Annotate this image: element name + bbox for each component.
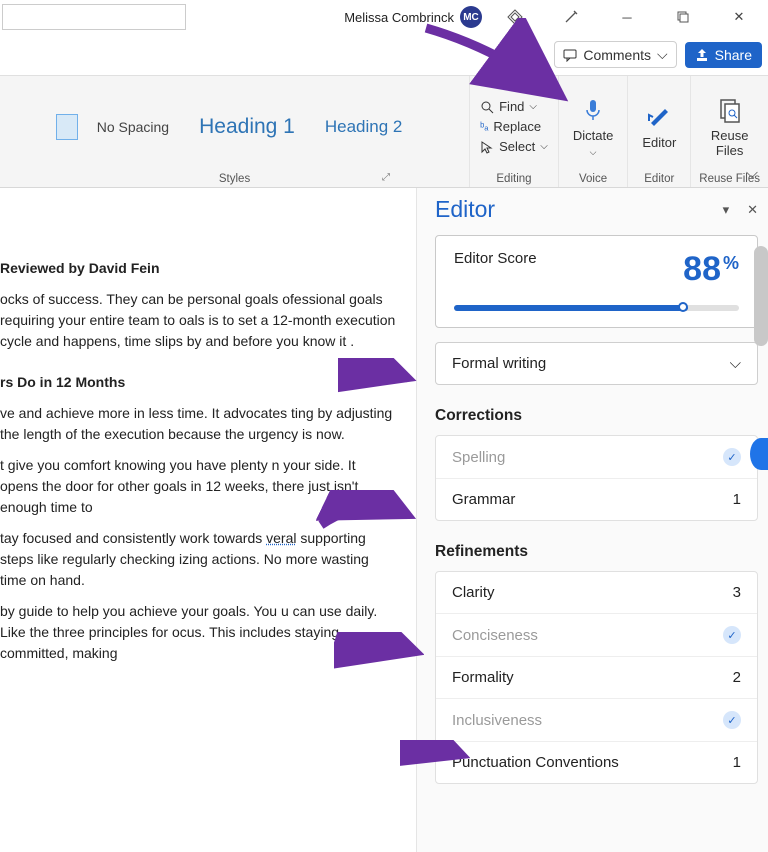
formality-count: 2 bbox=[733, 669, 741, 686]
grammar-item[interactable]: Grammar 1 bbox=[436, 479, 757, 520]
corrections-heading: Corrections bbox=[435, 407, 758, 425]
style-heading2[interactable]: Heading 2 bbox=[314, 104, 414, 150]
voice-group-label: Voice bbox=[579, 171, 607, 185]
user-identity[interactable]: Melissa Combrinck MC bbox=[344, 6, 482, 28]
editor-group-label: Editor bbox=[644, 171, 674, 185]
style-normal[interactable] bbox=[56, 114, 78, 140]
select-button[interactable]: Select ⌵ bbox=[478, 138, 550, 155]
formality-item[interactable]: Formality 2 bbox=[436, 657, 757, 699]
score-card[interactable]: Editor Score 88% bbox=[435, 235, 758, 328]
dictate-label: Dictate bbox=[573, 128, 613, 143]
find-label: Find bbox=[499, 99, 524, 114]
punctuation-item[interactable]: Punctuation Conventions 1 bbox=[436, 742, 757, 783]
share-label: Share bbox=[715, 47, 752, 63]
command-bar: Comments ⌵ Share bbox=[0, 34, 768, 76]
writing-style-selector[interactable]: Formal writing ⌵ bbox=[435, 342, 758, 385]
punctuation-count: 1 bbox=[733, 754, 741, 771]
reuse-files-button[interactable]: Reuse Files bbox=[705, 94, 755, 160]
reuse-files-icon bbox=[716, 96, 744, 124]
chevron-down-icon: ⌵ bbox=[730, 355, 741, 372]
ribbon: No Spacing Heading 1 Heading 2 Styles ⤢ … bbox=[0, 76, 768, 188]
editor-label: Editor bbox=[642, 135, 676, 150]
search-icon bbox=[480, 100, 494, 114]
sparkle-icon[interactable] bbox=[548, 1, 594, 33]
paragraph: t give you comfort knowing you have plen… bbox=[0, 455, 396, 518]
side-tab[interactable] bbox=[750, 438, 768, 470]
editor-pane: Editor ▾ ✕ Editor Score 88% Formal writi… bbox=[416, 188, 768, 852]
maximize-button[interactable] bbox=[660, 1, 706, 33]
paragraph: ocks of success. They can be personal go… bbox=[0, 289, 396, 352]
share-button[interactable]: Share bbox=[685, 42, 762, 68]
collapse-ribbon-icon[interactable]: ⌵ bbox=[746, 165, 758, 183]
style-heading1[interactable]: Heading 1 bbox=[188, 102, 306, 152]
styles-group: No Spacing Heading 1 Heading 2 Styles ⤢ bbox=[0, 76, 470, 187]
close-button[interactable]: ✕ bbox=[716, 1, 762, 33]
spelling-item[interactable]: Spelling ✓ bbox=[436, 436, 757, 479]
chevron-down-icon: ⌵ bbox=[590, 147, 597, 158]
voice-group: Dictate ⌵ Voice bbox=[559, 76, 628, 187]
comments-label: Comments bbox=[583, 47, 651, 63]
paragraph: by guide to help you achieve your goals.… bbox=[0, 601, 396, 664]
corrections-list: Spelling ✓ Grammar 1 bbox=[435, 435, 758, 521]
byline: Reviewed by David Fein bbox=[0, 258, 396, 279]
paragraph: tay focused and consistently work toward… bbox=[0, 528, 396, 591]
clarity-count: 3 bbox=[733, 584, 741, 601]
comment-icon bbox=[563, 48, 577, 62]
check-icon: ✓ bbox=[723, 711, 741, 729]
microphone-icon bbox=[579, 96, 607, 124]
score-label: Editor Score bbox=[454, 250, 537, 267]
inclusiveness-item[interactable]: Inclusiveness ✓ bbox=[436, 699, 757, 742]
replace-icon: ᵇₐ bbox=[480, 121, 488, 133]
pane-options-icon[interactable]: ▾ bbox=[723, 202, 730, 218]
check-icon: ✓ bbox=[723, 626, 741, 644]
editor-button[interactable]: Editor bbox=[636, 101, 682, 152]
premium-icon[interactable] bbox=[492, 1, 538, 33]
share-icon bbox=[695, 48, 709, 62]
search-box[interactable] bbox=[2, 4, 186, 30]
subheading: rs Do in 12 Months bbox=[0, 372, 396, 393]
pane-close-icon[interactable]: ✕ bbox=[747, 202, 758, 218]
replace-button[interactable]: ᵇₐ Replace bbox=[478, 118, 550, 135]
style-no-spacing[interactable]: No Spacing bbox=[86, 106, 180, 148]
paragraph: ve and achieve more in less time. It adv… bbox=[0, 403, 396, 445]
score-value: 88% bbox=[683, 250, 739, 289]
refinements-heading: Refinements bbox=[435, 543, 758, 561]
document-canvas[interactable]: Reviewed by David Fein ocks of success. … bbox=[0, 188, 416, 852]
score-progress bbox=[454, 305, 739, 311]
editor-pen-icon bbox=[645, 103, 673, 131]
chevron-down-icon: ⌵ bbox=[657, 46, 668, 63]
user-name: Melissa Combrinck bbox=[344, 10, 454, 25]
select-label: Select bbox=[499, 139, 535, 154]
clarity-item[interactable]: Clarity 3 bbox=[436, 572, 757, 614]
scrollbar-thumb[interactable] bbox=[754, 246, 768, 346]
cursor-icon bbox=[480, 140, 494, 154]
chevron-down-icon: ⌵ bbox=[529, 101, 537, 112]
editing-group-label: Editing bbox=[496, 171, 531, 185]
chevron-down-icon: ⌵ bbox=[540, 141, 548, 152]
writing-style-label: Formal writing bbox=[452, 355, 546, 372]
grammar-count: 1 bbox=[733, 491, 741, 508]
styles-launcher-icon[interactable]: ⤢ bbox=[382, 172, 390, 183]
reuse-label: Reuse Files bbox=[711, 128, 749, 158]
refinements-list: Clarity 3 Conciseness ✓ Formality 2 Incl… bbox=[435, 571, 758, 784]
styles-group-label: Styles bbox=[219, 171, 250, 185]
replace-label: Replace bbox=[493, 119, 541, 134]
editing-group: Find ⌵ ᵇₐ Replace Select ⌵ Editing bbox=[470, 76, 559, 187]
pane-title: Editor bbox=[435, 196, 495, 223]
minimize-button[interactable]: ─ bbox=[604, 1, 650, 33]
conciseness-item[interactable]: Conciseness ✓ bbox=[436, 614, 757, 657]
user-avatar: MC bbox=[460, 6, 482, 28]
find-button[interactable]: Find ⌵ bbox=[478, 98, 550, 115]
dictate-button[interactable]: Dictate ⌵ bbox=[567, 94, 619, 160]
main-area: Reviewed by David Fein ocks of success. … bbox=[0, 188, 768, 852]
editor-group: Editor Editor bbox=[628, 76, 691, 187]
comments-button[interactable]: Comments ⌵ bbox=[554, 41, 676, 68]
title-bar: Melissa Combrinck MC ─ ✕ bbox=[0, 0, 768, 34]
check-icon: ✓ bbox=[723, 448, 741, 466]
